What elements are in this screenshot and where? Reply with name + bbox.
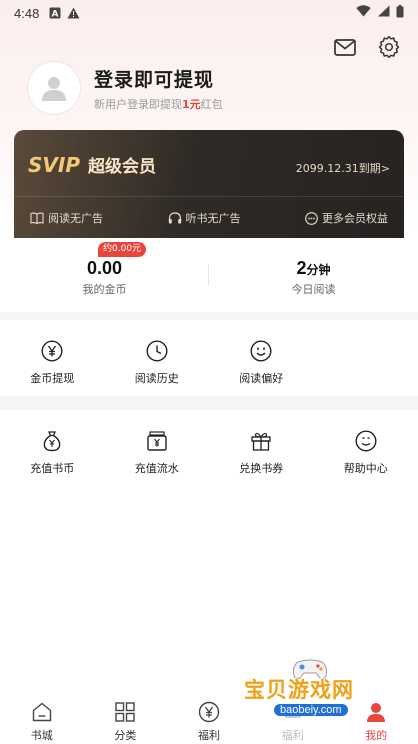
watermark-logo: 宝贝游戏网 baobeiy.com <box>244 656 394 726</box>
grid-item-redeem-vouchers[interactable]: 兑换书券 <box>209 410 314 490</box>
watermark-text: 宝贝游戏网 <box>244 678 354 702</box>
coins-pill-badge: 约0.00元 <box>98 242 147 257</box>
status-time: 4:48 <box>14 5 40 21</box>
nav-label: 书城 <box>30 729 53 742</box>
status-bar: 4:48 A <box>0 0 418 26</box>
nav-label: 我的 <box>365 729 388 742</box>
svip-title: 超级会员 <box>87 157 156 177</box>
grid-item-coin-withdraw[interactable]: 金币提现 <box>0 320 105 396</box>
grid-item-help-center[interactable]: 帮助中心 <box>314 410 418 490</box>
reading-label: 今日阅读 <box>291 283 336 296</box>
receipt-icon <box>144 428 170 454</box>
grid-label: 金币提现 <box>30 372 75 385</box>
svip-card[interactable]: SVIP 超级会员 2099.12.31到期> 阅读无广告 听书无广告 更多会员… <box>14 130 404 238</box>
svip-expire[interactable]: 2099.12.31到期> <box>296 160 390 176</box>
coins-value: 0.00 <box>86 258 123 278</box>
grid-label: 阅读历史 <box>134 372 179 385</box>
nav-bookstore[interactable]: 书城 <box>0 690 84 744</box>
login-sub-suffix: 红包 <box>200 97 223 111</box>
reading-minutes: 2 <box>296 258 307 278</box>
signal-icon <box>377 5 390 21</box>
section-gap <box>0 312 418 320</box>
reading-stat[interactable]: 2分钟 今日阅读 <box>209 238 418 312</box>
perk-read-no-ads[interactable]: 阅读无广告 <box>30 204 103 232</box>
section-gap <box>0 396 418 410</box>
grid-label: 充值流水 <box>134 462 179 475</box>
smile-icon <box>248 338 274 364</box>
wifi-icon <box>356 5 371 21</box>
yen-icon <box>197 700 221 724</box>
perk-label: 更多会员权益 <box>322 212 388 225</box>
login-sub-prefix: 新用户登录即提现 <box>94 97 182 111</box>
nav-welfare[interactable]: 福利 <box>167 690 251 744</box>
nav-category[interactable]: 分类 <box>84 690 168 744</box>
reading-unit: 分钟 <box>306 263 331 277</box>
gear-icon[interactable] <box>376 34 402 60</box>
grid-label: 帮助中心 <box>343 462 388 475</box>
divider <box>14 196 404 197</box>
grid-item-reading-preference[interactable]: 阅读偏好 <box>209 320 314 396</box>
mail-icon[interactable] <box>332 34 358 60</box>
login-sub-amount: 1元 <box>182 97 201 111</box>
home-icon <box>30 700 54 724</box>
grid-icon <box>113 700 137 724</box>
warning-icon <box>67 7 80 19</box>
perk-label: 阅读无广告 <box>48 212 103 225</box>
avatar[interactable] <box>28 62 80 114</box>
perk-label: 听书无广告 <box>185 212 241 225</box>
top-actions <box>332 34 402 60</box>
nav-label: 分类 <box>114 729 137 742</box>
nav-label: 福利 <box>197 729 220 742</box>
clock-icon <box>144 338 170 364</box>
book-icon <box>30 212 44 224</box>
perk-more-benefits[interactable]: 更多会员权益 <box>305 204 388 232</box>
profile-header[interactable]: 登录即可提现 新用户登录即提现1元红包 <box>28 62 223 114</box>
grid-item-recharge-records[interactable]: 充值流水 <box>105 410 210 490</box>
grid-item-reading-history[interactable]: 阅读历史 <box>105 320 210 396</box>
notification-a-icon: A <box>49 7 61 19</box>
feature-row-primary: 金币提现 阅读历史 阅读偏好 <box>0 320 418 396</box>
coins-stat[interactable]: 0.00 我的金币 约0.00元 <box>0 238 209 312</box>
money-bag-icon <box>39 428 65 454</box>
svip-perks: 阅读无广告 听书无广告 更多会员权益 <box>14 204 404 232</box>
stats-panel: 0.00 我的金币 约0.00元 2分钟 今日阅读 <box>0 238 418 312</box>
stats-divider <box>208 264 209 286</box>
grid-label: 兑换书券 <box>239 462 284 475</box>
login-subtitle: 新用户登录即提现1元红包 <box>94 96 223 112</box>
grid-item-recharge-coins[interactable]: 充值书币 <box>0 410 105 490</box>
headphones-icon <box>168 212 182 224</box>
perk-listen-no-ads[interactable]: 听书无广告 <box>168 204 241 232</box>
grid-label: 阅读偏好 <box>239 372 284 385</box>
watermark-url: baobeiy.com <box>274 704 348 716</box>
reading-value: 2分钟 <box>209 258 418 279</box>
feature-row-secondary: 充值书币 充值流水 兑换书券 帮助中心 <box>0 410 418 490</box>
grid-label: 充值书币 <box>30 462 75 475</box>
gift-icon <box>248 428 274 454</box>
more-icon <box>305 211 318 225</box>
help-face-icon <box>353 428 379 454</box>
login-title[interactable]: 登录即可提现 <box>94 65 223 92</box>
nav-label: 福利 <box>281 729 304 742</box>
battery-icon <box>396 4 404 22</box>
coins-label: 我的金币 <box>82 283 127 296</box>
yen-circle-icon <box>39 338 65 364</box>
svip-badge: SVIP <box>28 152 80 177</box>
svg-text:A: A <box>52 10 59 20</box>
